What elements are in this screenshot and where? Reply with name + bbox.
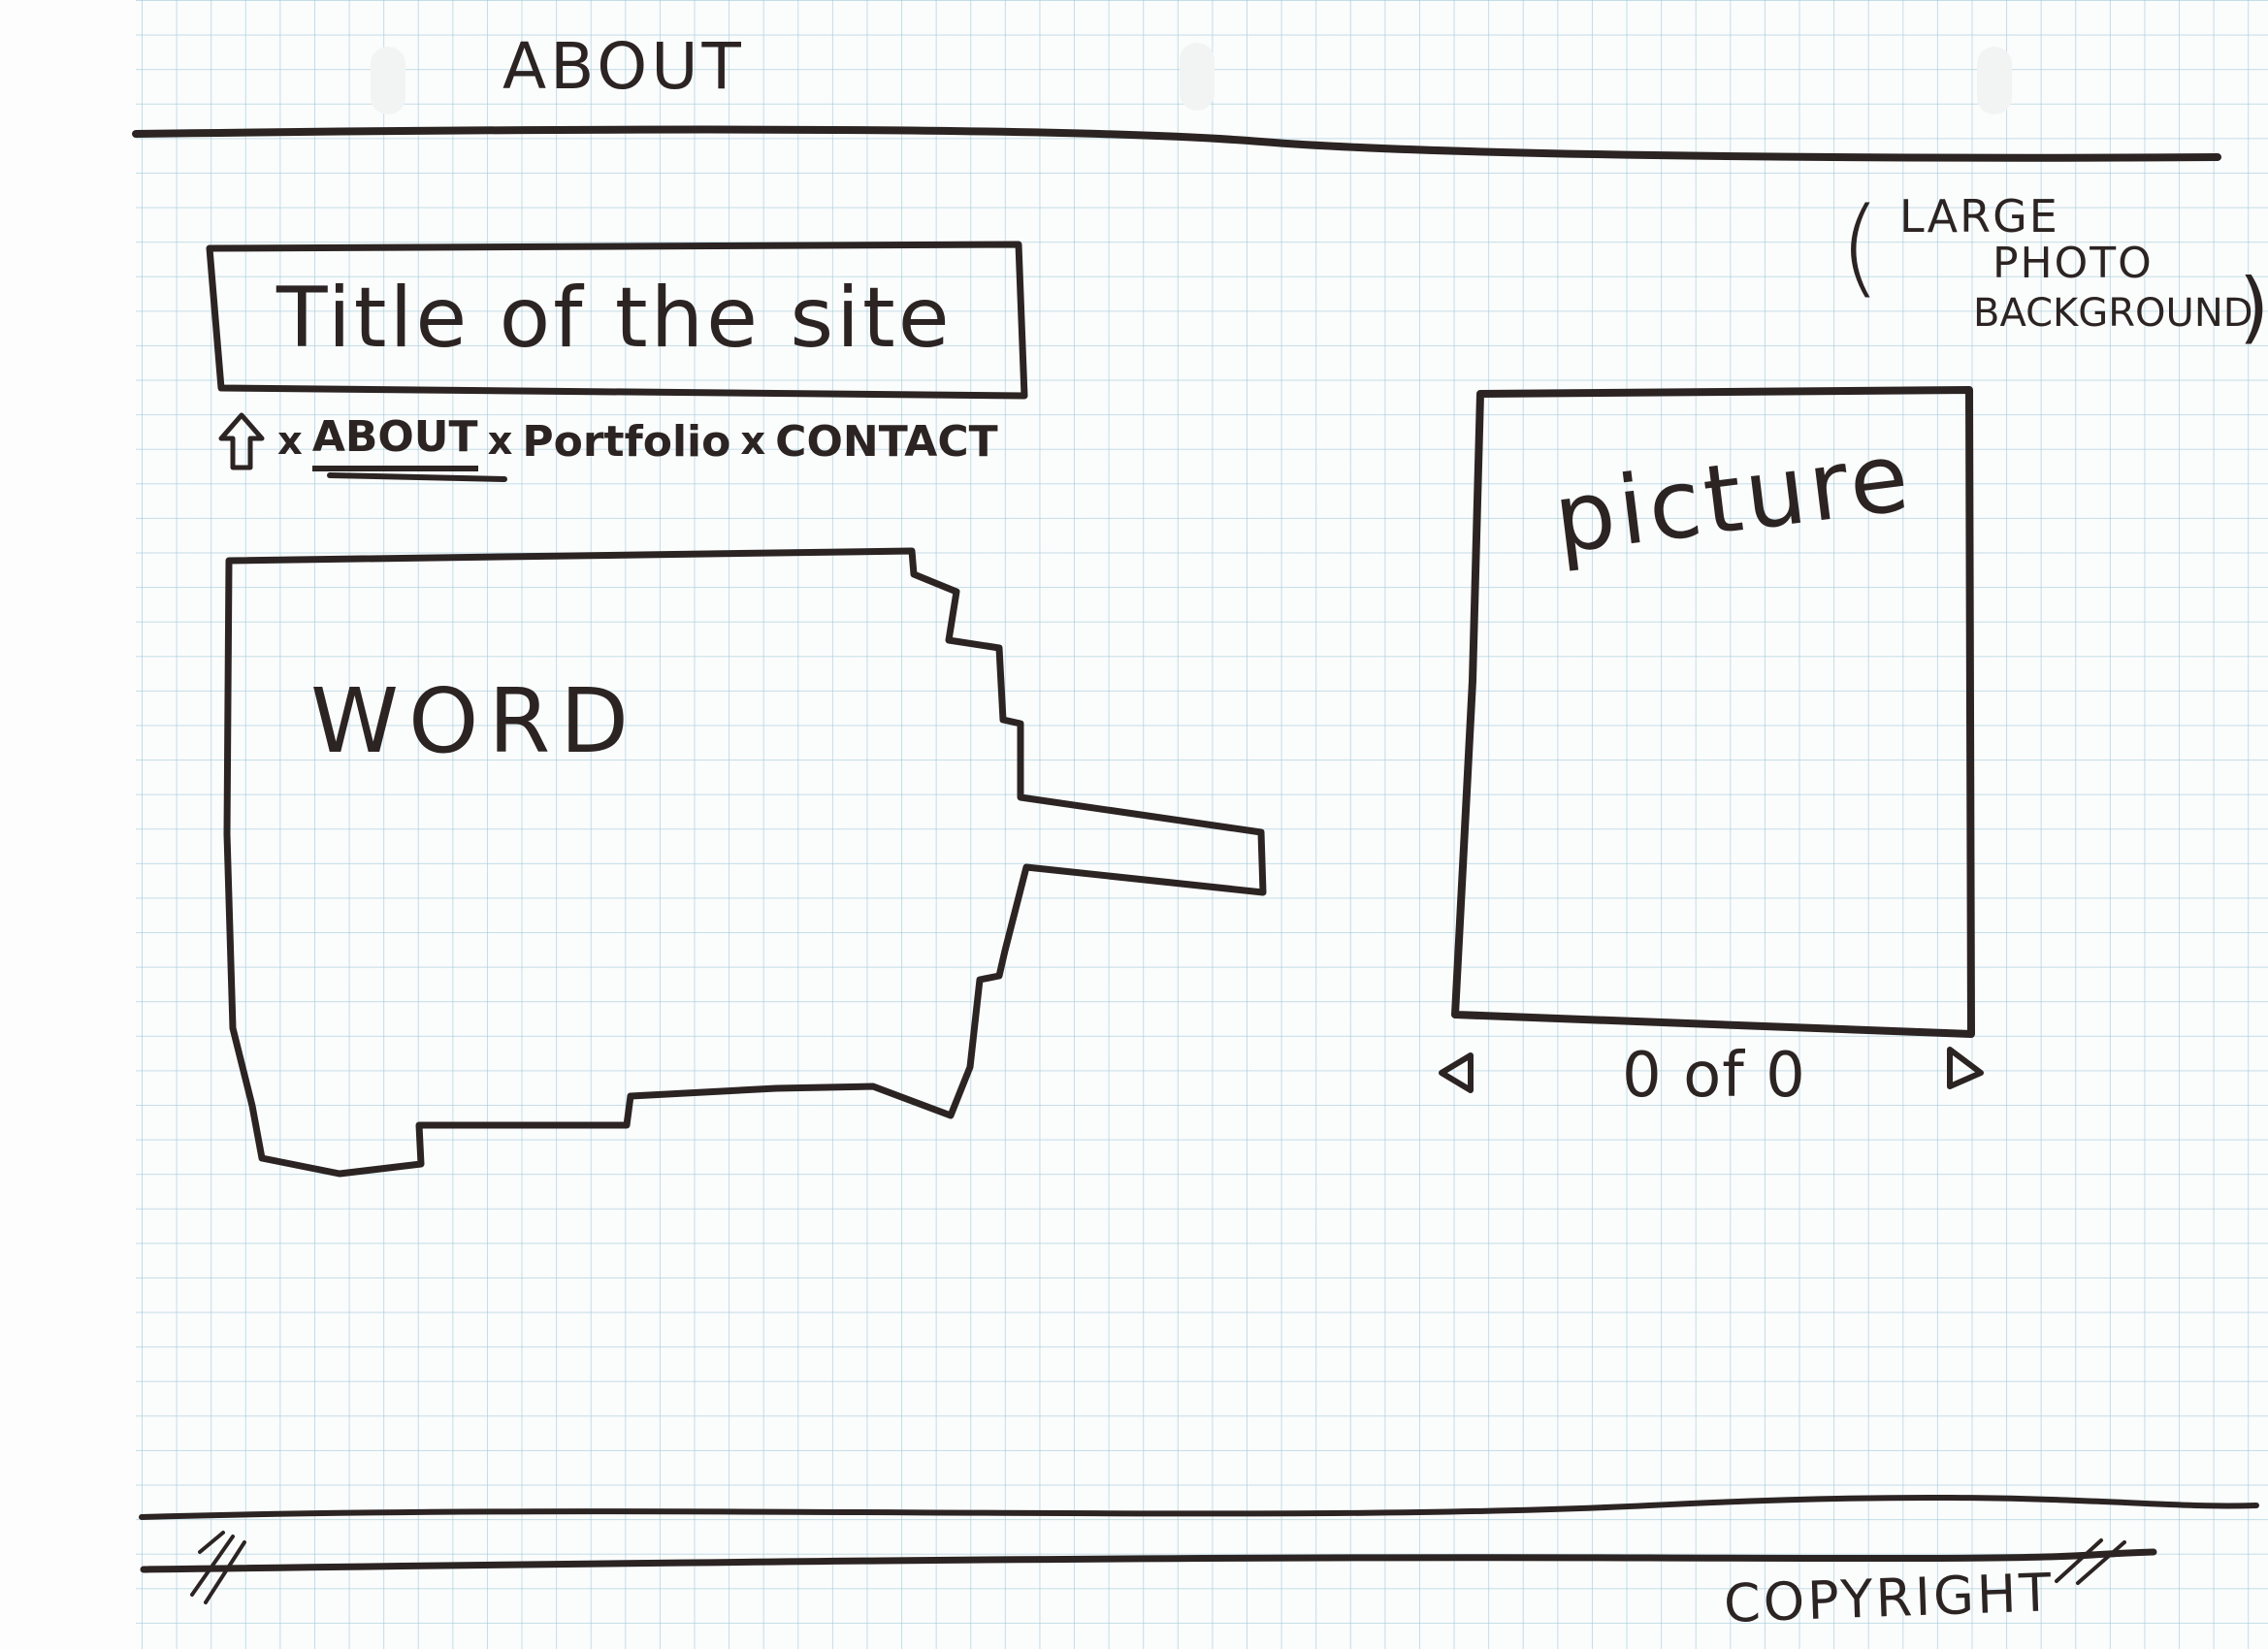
footer-slash-right xyxy=(2055,1538,2150,1585)
content-word-label: WORD xyxy=(310,669,639,773)
header-divider xyxy=(132,125,2221,162)
nav-separator: x xyxy=(487,419,513,464)
gallery-counter: 0 of 0 xyxy=(1622,1040,1806,1112)
triangle-left-icon[interactable] xyxy=(1432,1048,1482,1098)
footer-line-top xyxy=(139,1494,2259,1520)
header-nav-about[interactable]: ABOUT xyxy=(502,29,745,104)
nav-separator: x xyxy=(740,419,766,464)
nav-separator: x xyxy=(277,419,303,464)
footer-line-bottom xyxy=(140,1548,2157,1573)
nav-item-portfolio[interactable]: Portfolio xyxy=(522,417,730,467)
site-title: Title of the site xyxy=(276,270,953,367)
home-arrow-icon[interactable] xyxy=(215,411,268,471)
triangle-right-icon[interactable] xyxy=(1940,1044,1991,1094)
note-line: LARGE xyxy=(1899,190,2059,242)
nav-item-contact[interactable]: CONTACT xyxy=(775,417,997,467)
note-line: PHOTO xyxy=(1993,239,2154,288)
note-line: BACKGROUND xyxy=(1973,291,2253,336)
main-nav: x ABOUT x Portfolio x CONTACT xyxy=(215,407,998,475)
copyright-text: COPYRIGHT xyxy=(1723,1562,2056,1634)
note-paren-close: ) xyxy=(2239,262,2268,352)
wireframe-sketch xyxy=(132,125,2259,1604)
note-paren-open: ( xyxy=(1839,184,1881,308)
content-blob xyxy=(223,547,1267,1178)
nav-active-underline xyxy=(327,472,507,482)
nav-item-about[interactable]: ABOUT xyxy=(311,412,478,471)
